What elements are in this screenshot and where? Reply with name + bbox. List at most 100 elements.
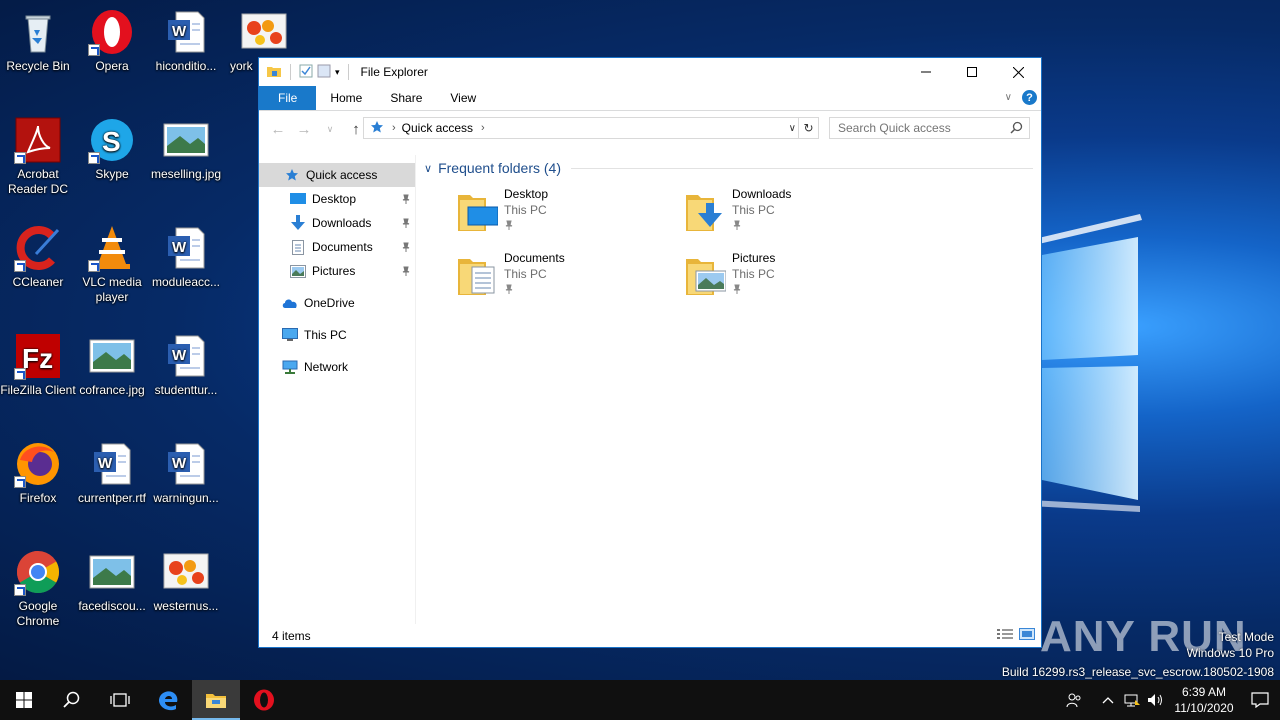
desktop-icon-cofrance[interactable]: cofrance.jpg <box>74 332 150 398</box>
clock[interactable]: 6:39 AM 11/10/2020 <box>1168 684 1240 716</box>
desktop-icon-label: facediscou... <box>78 599 146 613</box>
image-flowers-icon <box>162 548 210 596</box>
back-button[interactable]: ← <box>265 121 291 138</box>
nav-item-quick-access[interactable]: Quick access <box>259 163 415 187</box>
desktop-icon-westernus[interactable]: westernus... <box>148 548 224 614</box>
forward-button[interactable]: → <box>291 121 317 138</box>
nav-item-label: Quick access <box>306 168 378 182</box>
desktop-icon-studenttur[interactable]: W studenttur... <box>148 332 224 398</box>
system-tray: 6:39 AM 11/10/2020 <box>1062 680 1280 720</box>
folder-tile-documents[interactable]: Documents This PC <box>458 249 678 307</box>
help-icon[interactable]: ? <box>1022 90 1037 105</box>
desktop-icon-label: FileZilla Client <box>0 383 76 397</box>
ribbon-tabs: File Home Share View ∨ ? <box>259 86 1041 111</box>
folder-location: This PC <box>732 203 775 217</box>
nav-item-this-pc[interactable]: This PC <box>259 323 415 347</box>
folder-tile-downloads[interactable]: Downloads This PC <box>686 185 906 243</box>
volume-icon[interactable] <box>1144 692 1168 708</box>
desktop-icon-moduleacc[interactable]: W moduleacc... <box>148 224 224 290</box>
properties-icon[interactable] <box>299 64 313 81</box>
pin-icon[interactable] <box>401 265 411 279</box>
breadcrumb-chevron-icon[interactable]: › <box>481 122 485 134</box>
people-icon[interactable] <box>1062 692 1086 708</box>
address-dropdown-icon[interactable]: ∨ <box>789 123 796 134</box>
show-hidden-icons-chevron-icon[interactable] <box>1096 696 1120 704</box>
desktop-icon-label: cofrance.jpg <box>79 383 145 397</box>
minimize-button[interactable] <box>903 58 949 86</box>
nav-item-desktop[interactable]: Desktop <box>259 187 415 211</box>
desktop-icon-york[interactable]: york <box>222 8 287 74</box>
breadcrumb-chevron-icon[interactable]: › <box>392 122 396 134</box>
nav-item-network[interactable]: Network <box>259 355 415 379</box>
address-bar[interactable]: › Quick access › ∨ ↻ <box>363 117 819 139</box>
nav-item-downloads[interactable]: Downloads <box>259 211 415 235</box>
task-view-button[interactable] <box>96 680 144 720</box>
frequent-folders-group-header[interactable]: ∨ Frequent folders (4) <box>424 157 1033 179</box>
details-view-icon[interactable] <box>997 628 1013 643</box>
tab-file[interactable]: File <box>259 86 317 110</box>
desktop-icon-ccleaner[interactable]: CCleaner <box>0 224 76 290</box>
search-input[interactable] <box>838 121 1008 135</box>
tab-home[interactable]: Home <box>316 86 376 110</box>
desktop-icon-vlc[interactable]: VLC media player <box>74 224 150 305</box>
desktop-icon-label: CCleaner <box>12 275 64 289</box>
nav-item-onedrive[interactable]: OneDrive <box>259 291 415 315</box>
close-button[interactable] <box>995 58 1041 86</box>
expand-ribbon-chevron-icon[interactable]: ∨ <box>1005 92 1012 103</box>
refresh-button[interactable]: ↻ <box>798 118 818 138</box>
opera-taskbar-button[interactable] <box>240 680 288 720</box>
opera-icon <box>254 689 274 711</box>
nav-item-pictures[interactable]: Pictures <box>259 259 415 283</box>
desktop-icon-recycle-bin[interactable]: Recycle Bin <box>0 8 76 74</box>
desktop-icon-chrome[interactable]: Google Chrome <box>0 548 76 629</box>
filezilla-icon: Fz <box>14 332 62 380</box>
maximize-button[interactable] <box>949 58 995 86</box>
new-folder-icon[interactable] <box>317 64 331 81</box>
search-taskbar-button[interactable] <box>48 680 96 720</box>
nav-item-documents[interactable]: Documents <box>259 235 415 259</box>
collapse-chevron-icon[interactable]: ∨ <box>424 162 432 175</box>
desktop-icon-label: warningun... <box>153 491 219 505</box>
desktop-icon-skype[interactable]: S Skype <box>74 116 150 182</box>
desktop-icon-label: moduleacc... <box>151 275 221 289</box>
network-status-icon[interactable] <box>1120 692 1144 708</box>
start-button[interactable] <box>0 680 48 720</box>
recent-locations-button[interactable]: ∨ <box>317 124 343 135</box>
folder-tile-pictures[interactable]: Pictures This PC <box>686 249 906 307</box>
shortcut-arrow-icon <box>88 260 100 272</box>
desktop-icon-filezilla[interactable]: Fz FileZilla Client <box>0 332 76 398</box>
word-document-icon: W <box>162 224 210 272</box>
large-icons-view-icon[interactable] <box>1019 628 1035 643</box>
tab-share[interactable]: Share <box>376 86 436 110</box>
search-box[interactable] <box>829 117 1030 139</box>
folder-pictures-icon <box>686 253 727 297</box>
folder-tile-desktop[interactable]: Desktop This PC <box>458 185 678 243</box>
desktop-icon-hiconditio[interactable]: W hiconditio... <box>148 8 224 74</box>
image-landscape-icon <box>162 116 210 164</box>
desktop-icon-meselling[interactable]: meselling.jpg <box>148 116 224 182</box>
file-explorer-taskbar-button[interactable] <box>192 680 240 720</box>
shortcut-arrow-icon <box>14 260 26 272</box>
desktop-icon-currentper[interactable]: W currentper.rtf <box>74 440 150 506</box>
desktop-icon-warningun[interactable]: W warningun... <box>148 440 224 506</box>
folder-app-icon <box>266 63 282 82</box>
desktop-icon-opera[interactable]: Opera <box>74 8 150 74</box>
skype-icon: S <box>88 116 136 164</box>
pin-icon[interactable] <box>401 217 411 231</box>
action-center-icon[interactable] <box>1240 692 1280 708</box>
tab-view[interactable]: View <box>436 86 490 110</box>
vlc-icon <box>88 224 136 272</box>
clock-date: 11/10/2020 <box>1174 701 1234 715</box>
downloads-arrow-icon <box>290 215 306 231</box>
taskbar: 6:39 AM 11/10/2020 <box>0 680 1280 720</box>
pin-icon[interactable] <box>401 241 411 255</box>
breadcrumb-quick-access[interactable]: Quick access <box>402 121 473 135</box>
pin-icon[interactable] <box>401 193 411 207</box>
shortcut-arrow-icon <box>14 152 26 164</box>
desktop-icon-firefox[interactable]: Firefox <box>0 440 76 506</box>
edge-taskbar-button[interactable] <box>144 680 192 720</box>
pin-icon <box>732 283 742 297</box>
customize-toolbar-chevron-icon[interactable]: ▾ <box>335 67 340 78</box>
desktop-icon-acrobat[interactable]: Acrobat Reader DC <box>0 116 76 197</box>
desktop-icon-facediscou[interactable]: facediscou... <box>74 548 150 614</box>
